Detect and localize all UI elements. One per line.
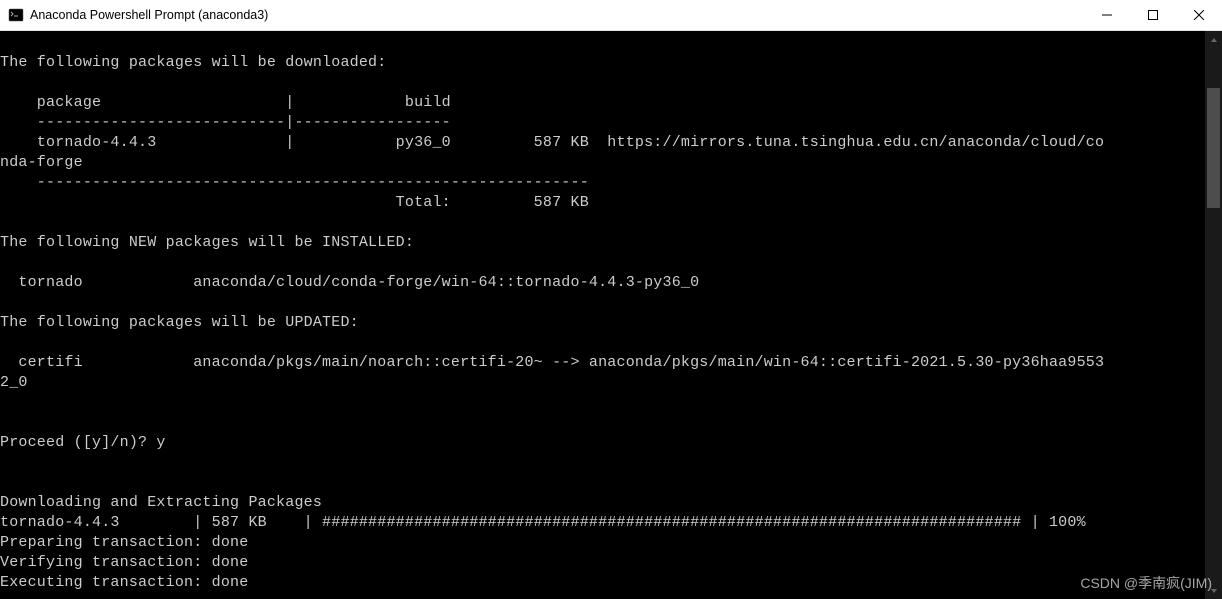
terminal-line: [0, 473, 1205, 493]
terminal-line: Verifying transaction: done: [0, 553, 1205, 573]
terminal-line: Proceed ([y]/n)? y: [0, 433, 1205, 453]
terminal-line: [0, 33, 1205, 53]
terminal-line: Total: 587 KB: [0, 193, 1205, 213]
terminal-line: Downloading and Extracting Packages: [0, 493, 1205, 513]
maximize-button[interactable]: [1130, 0, 1176, 30]
scroll-track[interactable]: [1205, 48, 1222, 582]
scroll-down-arrow[interactable]: [1205, 582, 1222, 599]
window: Anaconda Powershell Prompt (anaconda3) T…: [0, 0, 1222, 599]
terminal-line: ---------------------------|------------…: [0, 113, 1205, 133]
terminal-line: The following NEW packages will be INSTA…: [0, 233, 1205, 253]
titlebar: Anaconda Powershell Prompt (anaconda3): [0, 0, 1222, 31]
terminal-line: tornado anaconda/cloud/conda-forge/win-6…: [0, 273, 1205, 293]
terminal-line: The following packages will be UPDATED:: [0, 313, 1205, 333]
window-title: Anaconda Powershell Prompt (anaconda3): [30, 8, 268, 22]
terminal-line: ----------------------------------------…: [0, 173, 1205, 193]
terminal-line: tornado-4.4.3 | 587 KB | ###############…: [0, 513, 1205, 533]
app-icon: [8, 7, 24, 23]
content-wrap: The following packages will be downloade…: [0, 31, 1222, 599]
terminal-line: Executing transaction: done: [0, 573, 1205, 593]
scrollbar[interactable]: [1205, 31, 1222, 599]
terminal-line: Preparing transaction: done: [0, 533, 1205, 553]
terminal-line: [0, 73, 1205, 93]
terminal[interactable]: The following packages will be downloade…: [0, 31, 1205, 599]
scroll-up-arrow[interactable]: [1205, 31, 1222, 48]
terminal-line: package | build: [0, 93, 1205, 113]
scroll-thumb[interactable]: [1207, 88, 1220, 208]
terminal-line: [0, 393, 1205, 413]
minimize-button[interactable]: [1084, 0, 1130, 30]
terminal-line: tornado-4.4.3 | py36_0 587 KB https://mi…: [0, 133, 1205, 153]
terminal-line: nda-forge: [0, 153, 1205, 173]
terminal-line: [0, 413, 1205, 433]
terminal-line: [0, 253, 1205, 273]
terminal-line: The following packages will be downloade…: [0, 53, 1205, 73]
terminal-line: [0, 333, 1205, 353]
terminal-line: [0, 213, 1205, 233]
terminal-line: 2_0: [0, 373, 1205, 393]
close-button[interactable]: [1176, 0, 1222, 30]
terminal-line: [0, 453, 1205, 473]
terminal-line: certifi anaconda/pkgs/main/noarch::certi…: [0, 353, 1205, 373]
terminal-line: [0, 293, 1205, 313]
